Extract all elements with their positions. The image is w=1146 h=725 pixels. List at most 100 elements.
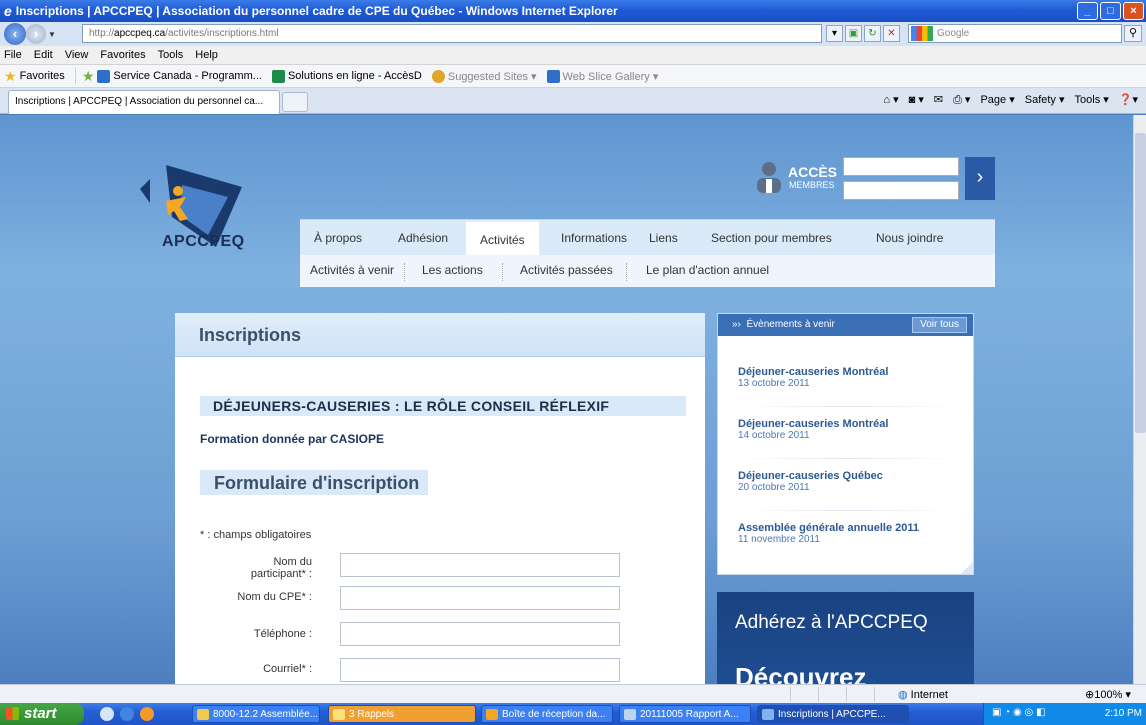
add-favorite-icon[interactable]: ★ xyxy=(82,68,95,85)
nav-section-membres[interactable]: Section pour membres xyxy=(711,220,832,256)
history-dropdown-icon[interactable]: ▼ xyxy=(48,30,56,39)
event-item[interactable]: Déjeuner-causeries Montréal 14 octobre 2… xyxy=(738,418,958,441)
url-input[interactable]: http://apccpeq.ca/activites/inscriptions… xyxy=(82,24,822,43)
email-input[interactable] xyxy=(340,658,620,682)
safety-menu[interactable]: Safety ▾ xyxy=(1025,93,1065,107)
task-inscriptions[interactable]: Inscriptions | APCCPE... xyxy=(757,705,909,723)
login-submit-button[interactable]: › xyxy=(965,157,995,200)
event-date: 14 octobre 2011 xyxy=(738,430,810,441)
event-name: Déjeuner-causeries Montréal xyxy=(738,418,889,430)
compatibility-icon[interactable]: ▣ xyxy=(845,25,862,42)
menu-tools[interactable]: Tools xyxy=(158,49,184,61)
new-tab-button[interactable] xyxy=(282,92,308,112)
nav-a-propos[interactable]: À propos xyxy=(314,220,362,256)
quicklaunch-outlook-icon[interactable] xyxy=(140,707,154,721)
favorites-button[interactable]: ★ Favorites xyxy=(4,68,65,85)
menu-edit[interactable]: Edit xyxy=(34,49,53,61)
phone-input[interactable] xyxy=(340,622,620,646)
participant-name-input[interactable] xyxy=(340,553,620,577)
favorites-label: Favorites xyxy=(19,70,65,82)
window-title-bar[interactable]: e Inscriptions | APCCPEQ | Association d… xyxy=(0,0,1146,22)
menu-file[interactable]: File xyxy=(4,49,22,61)
windows-flag-icon xyxy=(6,707,19,720)
scrollbar-thumb[interactable] xyxy=(1135,133,1146,433)
security-zone[interactable]: ◍ Internet xyxy=(898,688,948,701)
vertical-scrollbar[interactable] xyxy=(1133,115,1146,684)
quicklaunch-ie-icon[interactable] xyxy=(120,707,134,721)
fav-label: Suggested Sites ▾ xyxy=(447,70,537,83)
event-date: 20 octobre 2011 xyxy=(738,482,810,493)
subnav-activites-passees[interactable]: Activités passées xyxy=(520,255,613,287)
help-icon[interactable]: ❓▾ xyxy=(1119,93,1138,107)
task-rapport[interactable]: 20111005 Rapport A... xyxy=(619,705,751,723)
password-input[interactable] xyxy=(843,181,959,200)
membership-promo-banner[interactable]: Adhérez à l'APCCPEQ Découvrez xyxy=(717,592,974,684)
quicklaunch-desktop-icon[interactable] xyxy=(100,707,114,721)
tools-menu[interactable]: Tools ▾ xyxy=(1075,93,1109,107)
main-navigation: À propos Adhésion Activités Informations… xyxy=(300,219,995,256)
system-tray: ▣ ◔ ◉ ◎ ◧ 2:10 PM xyxy=(983,703,1146,725)
formation-text: Formation donnée par CASIOPE xyxy=(200,432,385,446)
stop-icon[interactable]: ✕ xyxy=(883,25,900,42)
nav-nous-joindre[interactable]: Nous joindre xyxy=(876,220,943,256)
cpe-name-input[interactable] xyxy=(340,586,620,610)
page-menu[interactable]: Page ▾ xyxy=(980,93,1014,107)
url-path: /activites/inscriptions.html xyxy=(165,28,279,39)
task-reminders[interactable]: 3 Rappels xyxy=(328,705,476,723)
print-icon[interactable]: ⎙ ▾ xyxy=(953,93,970,107)
url-dropdown-icon[interactable]: ▾ xyxy=(826,25,843,42)
tab-inscriptions[interactable]: Inscriptions | APCCPEQ | Association du … xyxy=(8,90,280,114)
subnav-separator xyxy=(404,263,405,281)
search-input[interactable]: Google xyxy=(908,24,1122,43)
event-item[interactable]: Assemblée générale annuelle 2011 11 nove… xyxy=(738,522,958,545)
task-label: Boîte de réception da... xyxy=(502,709,606,720)
subnav-activites-a-venir[interactable]: Activités à venir xyxy=(310,255,394,287)
fav-web-slice[interactable]: Web Slice Gallery ▾ xyxy=(546,69,658,83)
status-cell xyxy=(818,687,846,702)
subnav-les-actions[interactable]: Les actions xyxy=(422,255,483,287)
divider xyxy=(738,406,958,407)
star-icon: ★ xyxy=(4,67,17,84)
clock[interactable]: 2:10 PM xyxy=(1105,708,1142,719)
required-note: * : champs obligatoires xyxy=(200,529,312,541)
search-button[interactable]: ⚲ xyxy=(1124,25,1142,42)
home-icon[interactable]: ⌂ ▾ xyxy=(883,93,898,107)
subnav-plan-action[interactable]: Le plan d'action annuel xyxy=(646,255,769,287)
menu-help[interactable]: Help xyxy=(195,49,218,61)
sub-navigation: Activités à venir Les actions Activités … xyxy=(300,255,995,287)
divider xyxy=(74,68,76,84)
refresh-icon[interactable]: ↻ xyxy=(864,25,881,42)
forward-button[interactable]: › xyxy=(26,24,46,44)
mail-icon[interactable]: ✉ xyxy=(934,93,943,107)
back-button[interactable]: ‹ xyxy=(4,23,26,45)
minimize-button[interactable]: _ xyxy=(1077,2,1098,20)
member-access-label: ACCÈS MEMBRES xyxy=(752,157,840,193)
nav-adhesion[interactable]: Adhésion xyxy=(398,220,448,256)
task-inbox[interactable]: Boîte de réception da... xyxy=(481,705,613,723)
nav-liens[interactable]: Liens xyxy=(649,220,678,256)
menu-view[interactable]: View xyxy=(65,49,89,61)
task-explorer[interactable]: 8000-12.2 Assemblée... xyxy=(192,705,320,723)
acces-subtitle: MEMBRES xyxy=(789,180,835,190)
event-item[interactable]: Déjeuner-causeries Québec 20 octobre 201… xyxy=(738,470,958,493)
start-button[interactable]: start xyxy=(0,703,84,725)
feeds-icon[interactable]: ◙ ▾ xyxy=(909,93,924,107)
label-line: participant* : xyxy=(250,568,312,580)
fav-service-canada[interactable]: Service Canada - Programm... xyxy=(97,69,262,83)
maximize-button[interactable]: □ xyxy=(1100,2,1121,20)
tray-icons[interactable]: ▣ ◔ ◉ ◎ ◧ xyxy=(992,707,1046,718)
username-input[interactable] xyxy=(843,157,959,176)
close-button[interactable]: × xyxy=(1123,2,1144,20)
see-all-button[interactable]: Voir tous xyxy=(912,317,967,333)
event-item[interactable]: Déjeuner-causeries Montréal 13 octobre 2… xyxy=(738,366,958,389)
fav-suggested-sites[interactable]: Suggested Sites ▾ xyxy=(431,69,537,83)
nav-activites[interactable]: Activités xyxy=(466,220,539,256)
menu-bar: File Edit View Favorites Tools Help xyxy=(0,46,1146,65)
zoom-level[interactable]: ⊕100% ▾ xyxy=(1085,688,1131,701)
content-header: Inscriptions xyxy=(175,313,705,357)
event-date: 11 novembre 2011 xyxy=(738,534,820,545)
fav-accesd[interactable]: Solutions en ligne - AccèsD xyxy=(271,69,422,83)
menu-favorites[interactable]: Favorites xyxy=(100,49,145,61)
nav-informations[interactable]: Informations xyxy=(561,220,627,256)
phone-label: Téléphone : xyxy=(253,628,312,640)
